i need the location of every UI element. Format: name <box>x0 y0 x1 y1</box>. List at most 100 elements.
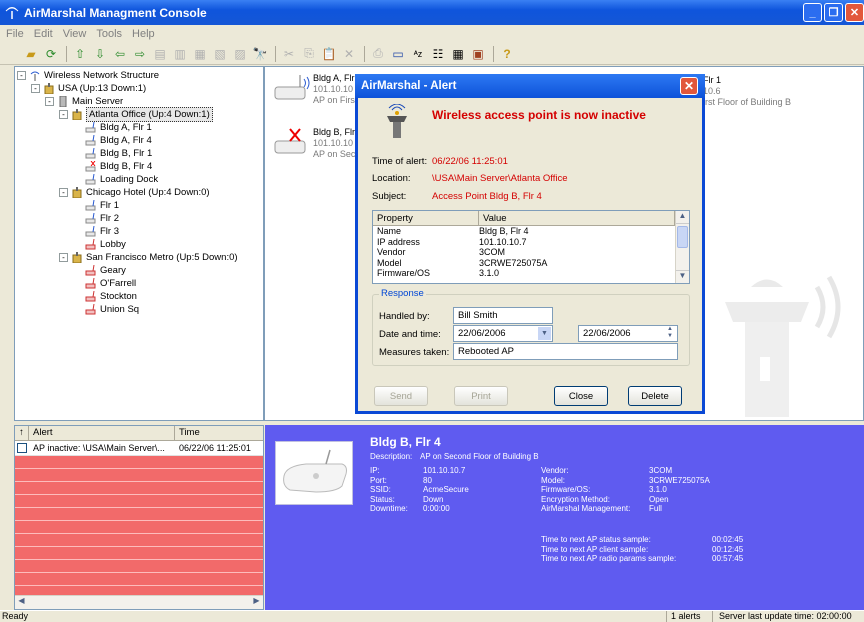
delete-icon[interactable]: ✕ <box>340 45 358 63</box>
menu-edit[interactable]: Edit <box>34 28 53 40</box>
property-row[interactable]: Firmware/OS 3.1.0 <box>373 268 689 279</box>
tree-node[interactable]: Stockton <box>17 290 261 303</box>
menu-help[interactable]: Help <box>132 28 155 40</box>
scroll-down-icon[interactable]: ▼ <box>676 270 689 283</box>
send-button[interactable]: Send <box>374 386 428 406</box>
handled-by-input[interactable]: Bill Smith <box>453 307 553 324</box>
hierarchy-icon[interactable]: ☷ <box>429 45 447 63</box>
ap-icon <box>85 173 97 185</box>
detail-value: 3CRWE725075A <box>649 475 710 485</box>
print-button[interactable]: Print <box>454 386 508 406</box>
tree-node[interactable]: - USA (Up:13 Down:1) <box>17 82 261 95</box>
alert-column-header[interactable]: Alert <box>29 426 175 440</box>
tree-collapse-icon[interactable]: - <box>17 71 26 80</box>
refresh-icon[interactable]: ⟳ <box>42 45 60 63</box>
tree-node[interactable]: Lobby <box>17 238 261 251</box>
scroll-left-icon[interactable]: ◀ <box>15 596 28 609</box>
tree-collapse-icon[interactable]: - <box>59 253 68 262</box>
tree-node[interactable]: - San Francisco Metro (Up:5 Down:0) <box>17 251 261 264</box>
app-antenna-icon <box>4 5 20 21</box>
property-name: Vendor <box>377 247 406 257</box>
node-icon[interactable]: ▦ <box>191 45 209 63</box>
report-icon[interactable]: ▣ <box>469 45 487 63</box>
grid-icon[interactable]: ▦ <box>449 45 467 63</box>
date-picker[interactable]: 22/06/2006 ▼ <box>453 325 553 342</box>
tree-node[interactable]: Loading Dock <box>17 173 261 186</box>
property-row[interactable]: Model 3CRWE725075A <box>373 258 689 269</box>
tree-node[interactable]: Bldg B, Flr 4 <box>17 160 261 173</box>
scroll-thumb[interactable] <box>677 226 688 248</box>
tree-collapse-icon[interactable]: - <box>59 110 68 119</box>
scroll-right-icon[interactable]: ▶ <box>250 596 263 609</box>
tree-node[interactable]: Flr 3 <box>17 225 261 238</box>
tree-node[interactable]: Union Sq <box>17 303 261 316</box>
delete-button[interactable]: Delete <box>628 386 682 406</box>
alert-row[interactable]: AP inactive: \USA\Main Server\... 06/22/0… <box>15 441 263 456</box>
paste-icon[interactable]: 📋 <box>320 45 338 63</box>
maximize-icon[interactable]: ❐ <box>824 3 843 22</box>
chevron-down-icon[interactable]: ▼ <box>538 327 551 340</box>
alert-checkbox[interactable] <box>15 441 29 455</box>
property-row[interactable]: IP address 101.10.10.7 <box>373 237 689 248</box>
tree-node[interactable]: Flr 1 <box>17 199 261 212</box>
time-column-header[interactable]: Time <box>175 426 261 440</box>
tree-collapse-icon[interactable]: - <box>31 84 40 93</box>
help-icon[interactable]: ? <box>498 45 516 63</box>
property-scrollbar[interactable]: ▲ ▼ <box>675 211 689 283</box>
time-label: Time of alert: <box>372 156 428 167</box>
copy-icon[interactable]: ⎘ <box>300 45 318 63</box>
arrow-left-icon[interactable]: ⇦ <box>111 45 129 63</box>
tree-collapse-icon[interactable]: - <box>45 97 54 106</box>
scroll-up-icon[interactable]: ▲ <box>676 211 689 224</box>
tree-collapse-icon[interactable]: - <box>59 188 68 197</box>
detail-key: Model: <box>541 475 566 485</box>
tree-node[interactable]: - Chicago Hotel (Up:4 Down:0) <box>17 186 261 199</box>
properties-icon[interactable]: ▭ <box>389 45 407 63</box>
tree-icon[interactable]: ▤ <box>151 45 169 63</box>
open-folder-icon[interactable]: ▰ <box>22 45 40 63</box>
time-stepper[interactable]: 22/06/2006 ▲ ▼ <box>578 325 678 342</box>
list-icon[interactable]: ▥ <box>171 45 189 63</box>
detail-value: 00:02:45 <box>712 535 744 544</box>
network-tree[interactable]: - Wireless Network Structure - USA (Up:13 D… <box>14 66 264 421</box>
ap-card-bldg-a[interactable]: Bldg A, Flr 101.10.10 AP on First <box>273 73 357 106</box>
property-value: 3.1.0 <box>479 268 500 278</box>
property-row[interactable]: Name Bldg B, Flr 4 <box>373 226 689 237</box>
close-button[interactable]: Close <box>554 386 608 406</box>
alert-hscrollbar[interactable]: ◀ ▶ <box>15 595 263 609</box>
menu-view[interactable]: View <box>63 28 87 40</box>
spinner-icon[interactable]: ▲ ▼ <box>664 326 676 341</box>
ap-card-bldg-b[interactable]: Bldg B, Flr 101.10.10 AP on Seco <box>273 127 360 160</box>
dialog-close-icon[interactable]: ✕ <box>680 77 698 95</box>
cut-icon[interactable]: ✂ <box>280 45 298 63</box>
property-column-header[interactable]: Property <box>373 211 479 225</box>
arrow-right-icon[interactable]: ⇨ <box>131 45 149 63</box>
minimize-icon[interactable]: _ <box>803 3 822 22</box>
sort-indicator-icon[interactable]: ↑ <box>15 426 29 440</box>
measures-input[interactable]: Rebooted AP <box>453 343 678 360</box>
response-legend: Response <box>379 288 426 299</box>
print-icon[interactable]: ⎙ <box>369 45 387 63</box>
tree-node[interactable]: Bldg A, Flr 4 <box>17 134 261 147</box>
network-icon[interactable]: ▨ <box>231 45 249 63</box>
ap-card-right[interactable]: Flr 1 10.6 irst Floor of Building B <box>703 75 791 108</box>
value-column-header[interactable]: Value <box>479 211 675 225</box>
arrow-up-icon[interactable]: ⇧ <box>71 45 89 63</box>
menu-tools[interactable]: Tools <box>96 28 122 40</box>
property-table[interactable]: Property Value Name Bldg B, Flr 4 IP addre… <box>372 210 690 284</box>
sort-icon[interactable]: ᴬᴢ <box>409 45 427 63</box>
tree-node[interactable]: Bldg B, Flr 1 <box>17 147 261 160</box>
find-icon[interactable]: 🔭 <box>251 45 269 63</box>
alert-list: ↑ Alert Time AP inactive: \USA\Main Serv… <box>14 425 264 610</box>
tree-node[interactable]: - Atlanta Office (Up:4 Down:1) <box>17 107 261 122</box>
close-window-icon[interactable]: ✕ <box>845 3 864 22</box>
arrow-down-icon[interactable]: ⇩ <box>91 45 109 63</box>
tree-node[interactable]: Bldg A, Flr 1 <box>17 121 261 134</box>
tree-node[interactable]: Flr 2 <box>17 212 261 225</box>
tree-node[interactable]: Geary <box>17 264 261 277</box>
property-row[interactable]: Vendor 3COM <box>373 247 689 258</box>
tree-node[interactable]: O'Farrell <box>17 277 261 290</box>
menu-file[interactable]: File <box>6 28 24 40</box>
tree-node[interactable]: - Wireless Network Structure <box>17 69 261 82</box>
server-icon[interactable]: ▧ <box>211 45 229 63</box>
